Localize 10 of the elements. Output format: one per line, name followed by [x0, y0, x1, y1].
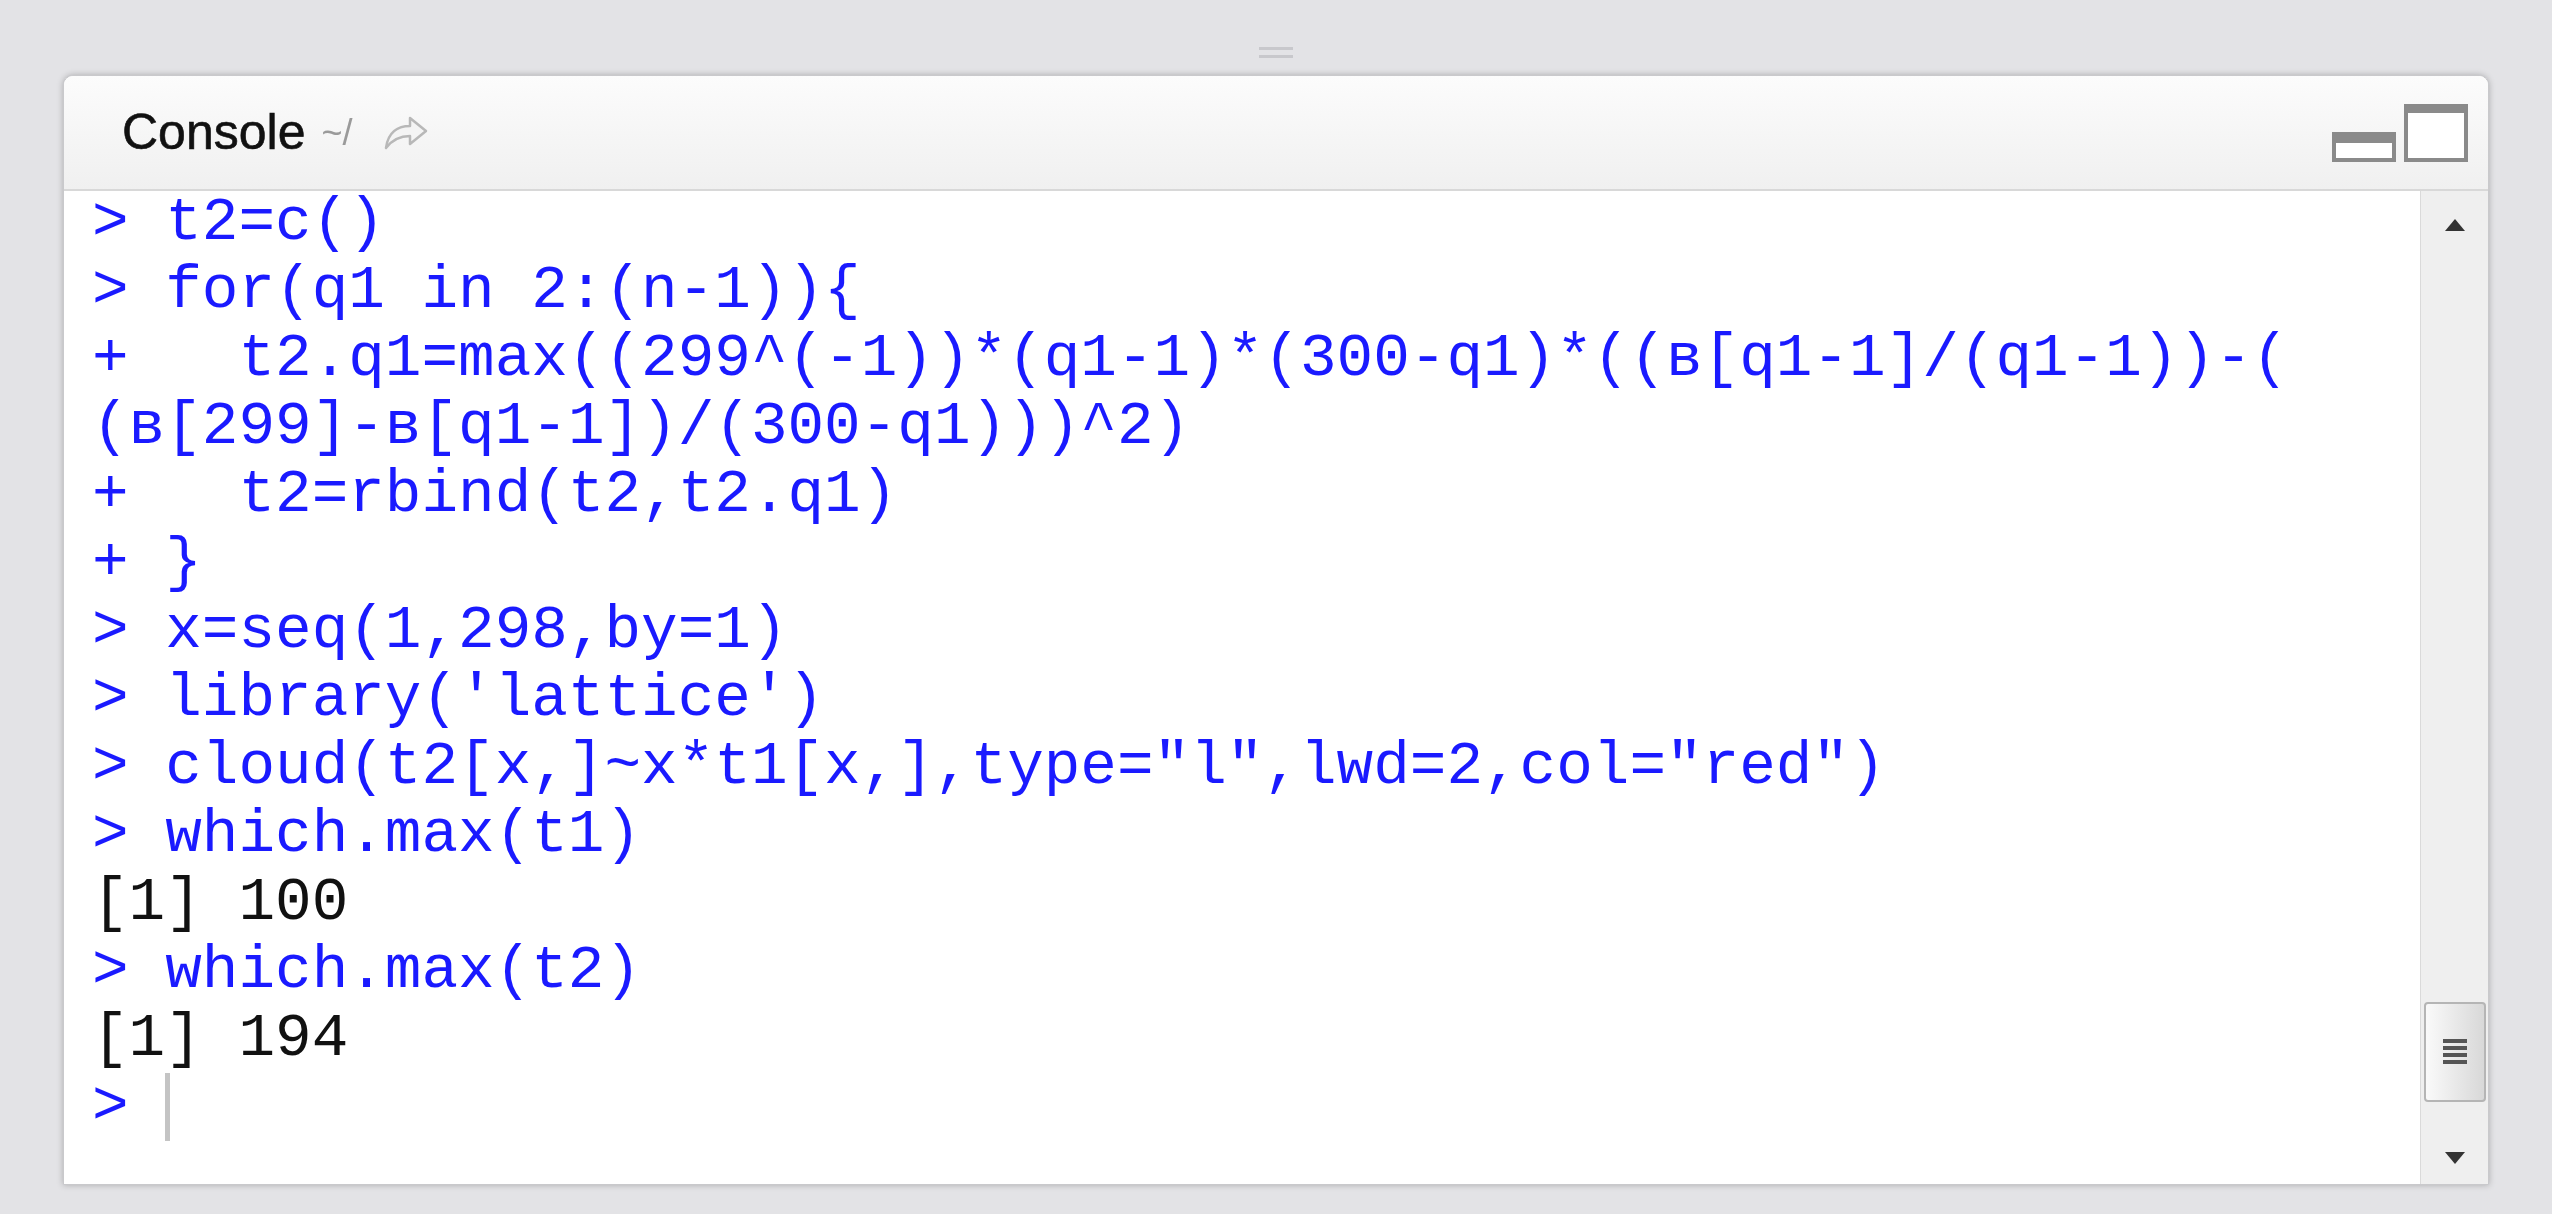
scroll-up-icon[interactable]	[2444, 219, 2465, 231]
scrollbar[interactable]	[2420, 191, 2488, 1184]
maximize-icon[interactable]	[2404, 103, 2468, 162]
drag-handle-icon[interactable]	[1259, 46, 1293, 60]
scroll-thumb[interactable]	[2423, 1002, 2486, 1102]
grip-icon	[2442, 1039, 2467, 1065]
panel-title: Console	[122, 103, 306, 162]
scroll-down-icon[interactable]	[2444, 1152, 2465, 1164]
working-directory[interactable]: ~/	[321, 105, 353, 160]
minimize-icon[interactable]	[2332, 131, 2396, 162]
